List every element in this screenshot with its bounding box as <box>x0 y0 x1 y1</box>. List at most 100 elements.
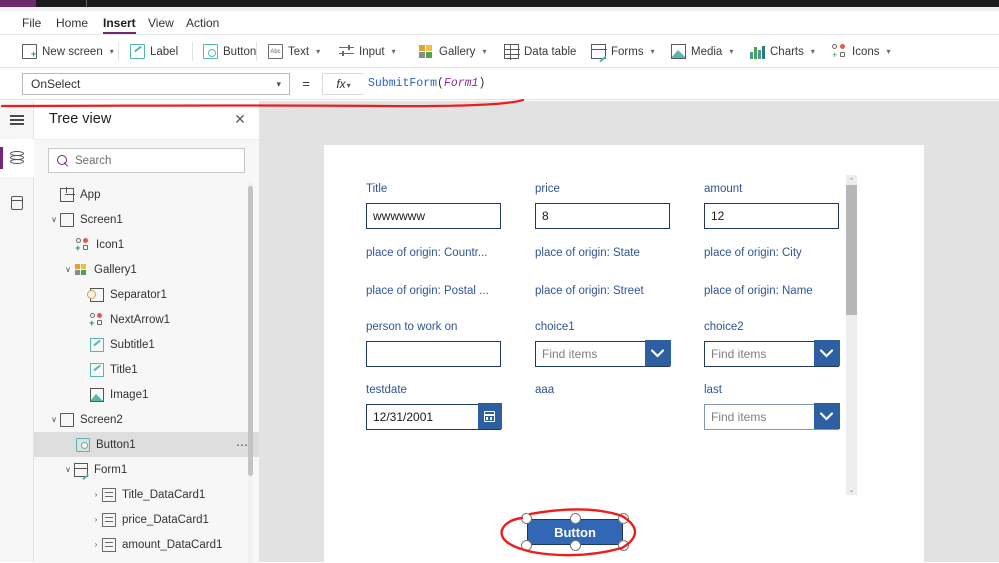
field-date-testdate[interactable]: 12/31/2001 <box>366 403 502 430</box>
tree-item-icon1[interactable]: + Icon1 <box>34 232 259 257</box>
tree-item-title-datacard1[interactable]: › Title_DataCard1 <box>34 482 259 507</box>
ribbon-new-screen-label: New screen <box>42 45 103 58</box>
menu-item-home[interactable]: Home <box>50 11 94 35</box>
property-select[interactable]: OnSelect ▾ <box>22 73 290 95</box>
search-input[interactable]: Search <box>48 148 245 173</box>
form-icon <box>73 462 88 477</box>
ribbon-icons-button[interactable]: + Icons ▾ <box>832 39 891 64</box>
formula-open-paren: ( <box>437 77 444 90</box>
field-input-person-to-work-on[interactable] <box>366 341 501 367</box>
rail-menu-button[interactable] <box>0 101 34 139</box>
resize-handle-top-right[interactable] <box>618 513 629 524</box>
chevron-down-icon: ▾ <box>346 81 351 90</box>
twisty-icon[interactable]: ∨ <box>48 215 60 224</box>
tree-item-label: Separator1 <box>110 288 167 301</box>
calendar-icon[interactable] <box>477 403 502 430</box>
field-dropdown-choice2[interactable]: Find items <box>704 340 840 367</box>
twisty-icon[interactable]: ∨ <box>62 465 74 474</box>
label-icon <box>90 337 104 352</box>
tree-item-gallery1[interactable]: ∨ Gallery1 <box>34 257 259 282</box>
chevron-down-icon[interactable] <box>644 340 671 367</box>
chevron-down-icon[interactable] <box>813 340 840 367</box>
tree-item-subtitle1[interactable]: Subtitle1 <box>34 332 259 357</box>
search-placeholder: Search <box>75 154 112 167</box>
field-input-amount[interactable]: 12 <box>704 203 839 229</box>
ribbon-media-button[interactable]: Media ▾ <box>671 39 733 64</box>
resize-handle-top-left[interactable] <box>521 513 532 524</box>
fx-button[interactable]: fx▾ <box>322 73 364 95</box>
charts-icon <box>750 44 765 59</box>
tree-item-screen2[interactable]: ∨ Screen2 <box>34 407 259 432</box>
menu-item-action[interactable]: Action <box>180 11 225 35</box>
rail-data-sources-button[interactable] <box>0 184 34 222</box>
equals-sign: = <box>302 76 310 91</box>
tree-item-price-datacard1[interactable]: › price_DataCard1 <box>34 507 259 532</box>
gallery-icon <box>74 263 88 277</box>
menu-item-insert[interactable]: Insert <box>97 11 142 35</box>
twisty-icon[interactable]: › <box>90 540 102 549</box>
twisty-icon[interactable]: ∨ <box>62 265 74 274</box>
ribbon-button-button[interactable]: Button <box>203 39 256 64</box>
ribbon-icons-label: Icons <box>852 45 880 58</box>
tree-scrollbar-thumb[interactable] <box>248 186 253 476</box>
gallery-icon <box>419 44 434 59</box>
ribbon-charts-button[interactable]: Charts ▾ <box>750 39 815 64</box>
menu-item-view[interactable]: View <box>142 11 180 35</box>
data-table-icon <box>504 44 520 60</box>
tree-view-list: App ∨ Screen1 + Icon1 ∨ Gallery1 Separat… <box>34 182 259 563</box>
tree-item-button1[interactable]: Button1 ⋯ <box>34 432 259 457</box>
form-scrollbar-thumb[interactable] <box>846 185 857 315</box>
formula-function-name: SubmitForm <box>368 77 438 90</box>
tree-view-panel: Tree view ✕ Search App ∨ Screen1 + Icon1 <box>34 101 259 563</box>
twisty-icon[interactable]: › <box>90 490 102 499</box>
field-label-person-to-work-on: person to work on <box>366 321 458 333</box>
tree-item-screen1[interactable]: ∨ Screen1 <box>34 207 259 232</box>
ribbon-new-screen-button[interactable]: New screen ▾ <box>22 39 114 64</box>
tree-item-title1[interactable]: Title1 <box>34 357 259 382</box>
selected-button-control[interactable]: Button <box>521 513 629 551</box>
ribbon-data-table-label: Data table <box>524 45 577 58</box>
resize-handle-bottom-left[interactable] <box>521 540 532 551</box>
chevron-down-icon[interactable] <box>813 403 840 430</box>
field-label-origin-country: place of origin: Countr... <box>366 247 488 259</box>
resize-handle-bottom-center[interactable] <box>569 540 581 551</box>
field-value-price: 8 <box>542 209 549 223</box>
field-placeholder-last: Find items <box>711 410 767 424</box>
ribbon-forms-button[interactable]: Forms ▾ <box>591 39 655 64</box>
insert-ribbon: New screen ▾ Label Button Abc Text ▾ Inp… <box>0 35 999 68</box>
tree-item-image1[interactable]: Image1 <box>34 382 259 407</box>
menu-bar: File Home Insert View Action <box>0 11 999 35</box>
resize-handle-top-center[interactable] <box>569 513 581 524</box>
tree-item-separator1[interactable]: Separator1 <box>34 282 259 307</box>
ribbon-text-button[interactable]: Abc Text ▾ <box>268 39 320 64</box>
chevron-down-icon: ▾ <box>650 46 655 56</box>
left-rail <box>0 101 34 562</box>
resize-handle-bottom-right[interactable] <box>618 540 629 551</box>
ribbon-label-button[interactable]: Label <box>130 39 178 64</box>
ribbon-input-button[interactable]: Input ▾ <box>339 39 396 64</box>
field-dropdown-last[interactable]: Find items <box>704 403 840 430</box>
ribbon-forms-label: Forms <box>611 45 644 58</box>
data-sources-icon <box>10 196 23 210</box>
rail-tree-view-button[interactable] <box>0 139 34 177</box>
scroll-up-icon[interactable]: ⌃ <box>846 175 857 186</box>
ribbon-gallery-button[interactable]: Gallery ▾ <box>419 39 486 64</box>
field-input-price[interactable]: 8 <box>535 203 670 229</box>
field-input-title[interactable]: wwwwww <box>366 203 501 229</box>
tree-item-form1[interactable]: ∨ Form1 <box>34 457 259 482</box>
tree-item-amount-datacard1[interactable]: › amount_DataCard1 <box>34 532 259 557</box>
twisty-icon[interactable]: › <box>90 515 102 524</box>
tree-item-label: App <box>80 188 101 201</box>
ribbon-data-table-button[interactable]: Data table <box>504 39 576 64</box>
field-dropdown-choice1[interactable]: Find items <box>535 340 671 367</box>
menu-item-file[interactable]: File <box>16 11 47 35</box>
field-placeholder-choice1: Find items <box>542 347 598 361</box>
twisty-icon[interactable]: ∨ <box>48 415 60 424</box>
tree-item-app[interactable]: App <box>34 182 259 207</box>
active-browser-tab[interactable] <box>0 0 36 7</box>
field-label-origin-street: place of origin: Street <box>535 285 644 297</box>
tree-item-nextarrow1[interactable]: + NextArrow1 <box>34 307 259 332</box>
close-icon[interactable]: ✕ <box>231 110 249 128</box>
scroll-down-icon[interactable]: ⌄ <box>846 484 857 495</box>
formula-input[interactable]: SubmitForm(Form1) <box>368 73 485 95</box>
